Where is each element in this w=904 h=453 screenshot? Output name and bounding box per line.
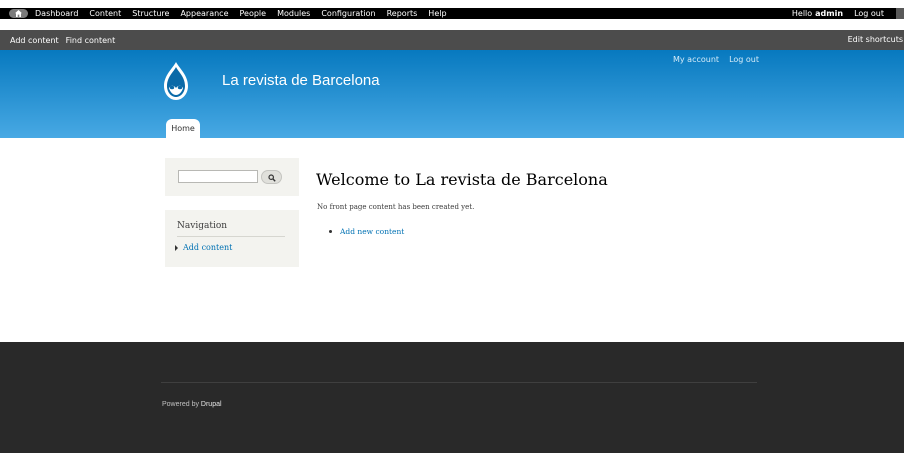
toolbar-menu: Dashboard Content Structure Appearance P… [35,8,458,19]
page-title: Welcome to La revista de Barcelona [316,170,608,189]
front-page-message: No front page content has been created y… [317,203,475,211]
toolbar-item-configuration[interactable]: Configuration [321,8,375,19]
search-block [165,158,299,196]
site-name[interactable]: La revista de Barcelona [222,72,380,89]
powered-by-text: Powered by [162,401,199,408]
search-input[interactable] [178,170,258,183]
username-link[interactable]: admin [815,8,843,19]
toolbar-item-appearance[interactable]: Appearance [180,8,228,19]
tab-home[interactable]: Home [166,119,200,138]
footer-divider [161,382,757,383]
toolbar-item-modules[interactable]: Modules [277,8,310,19]
edit-shortcuts-link[interactable]: Edit shortcuts [848,30,903,50]
toolbar-item-people[interactable]: People [240,8,267,19]
list-item: Add new content [329,227,404,236]
shortcuts-bar: Add content Find content Edit shortcuts [0,30,904,50]
drupal-logo-icon[interactable] [163,61,189,105]
username[interactable]: admin [815,9,843,18]
site-footer: Powered by Drupal [0,342,904,453]
header-logout-link[interactable]: Log out [729,55,759,64]
navigation-block: Navigation Add content [165,210,299,267]
nav-item-add-content[interactable]: Add content [175,243,232,252]
toolbar-item-reports[interactable]: Reports [387,8,418,19]
hello-text: Hello [791,9,813,18]
drupal-link[interactable]: Drupal [201,401,222,408]
powered-by: Powered by Drupal [162,401,222,408]
my-account-link[interactable]: My account [673,55,719,64]
nav-link-add-content[interactable]: Add content [183,243,232,252]
add-new-content-link[interactable]: Add new content [340,227,404,236]
toolbar-item-structure[interactable]: Structure [132,8,169,19]
search-icon [268,174,276,182]
secondary-menu: My account Log out [673,55,769,64]
toolbar-item-help[interactable]: Help [428,8,446,19]
toolbar-logout-link[interactable]: Log out [854,8,884,19]
toolbar-user: Hello admin Log out [792,8,884,19]
divider [177,236,285,237]
site-header: La revista de Barcelona My account Log o… [0,50,904,138]
shortcut-find-content[interactable]: Find content [66,36,116,45]
search-button[interactable] [261,170,282,184]
bullet-icon [329,230,332,233]
admin-toolbar: Dashboard Content Structure Appearance P… [0,8,904,19]
toolbar-item-dashboard[interactable]: Dashboard [35,8,78,19]
toolbar-item-content[interactable]: Content [89,8,121,19]
triangle-right-icon [175,244,178,251]
toolbar-toggle-button[interactable] [896,8,904,19]
navigation-title: Navigation [177,221,228,231]
shortcut-add-content[interactable]: Add content [10,36,59,45]
home-icon[interactable] [9,9,28,18]
